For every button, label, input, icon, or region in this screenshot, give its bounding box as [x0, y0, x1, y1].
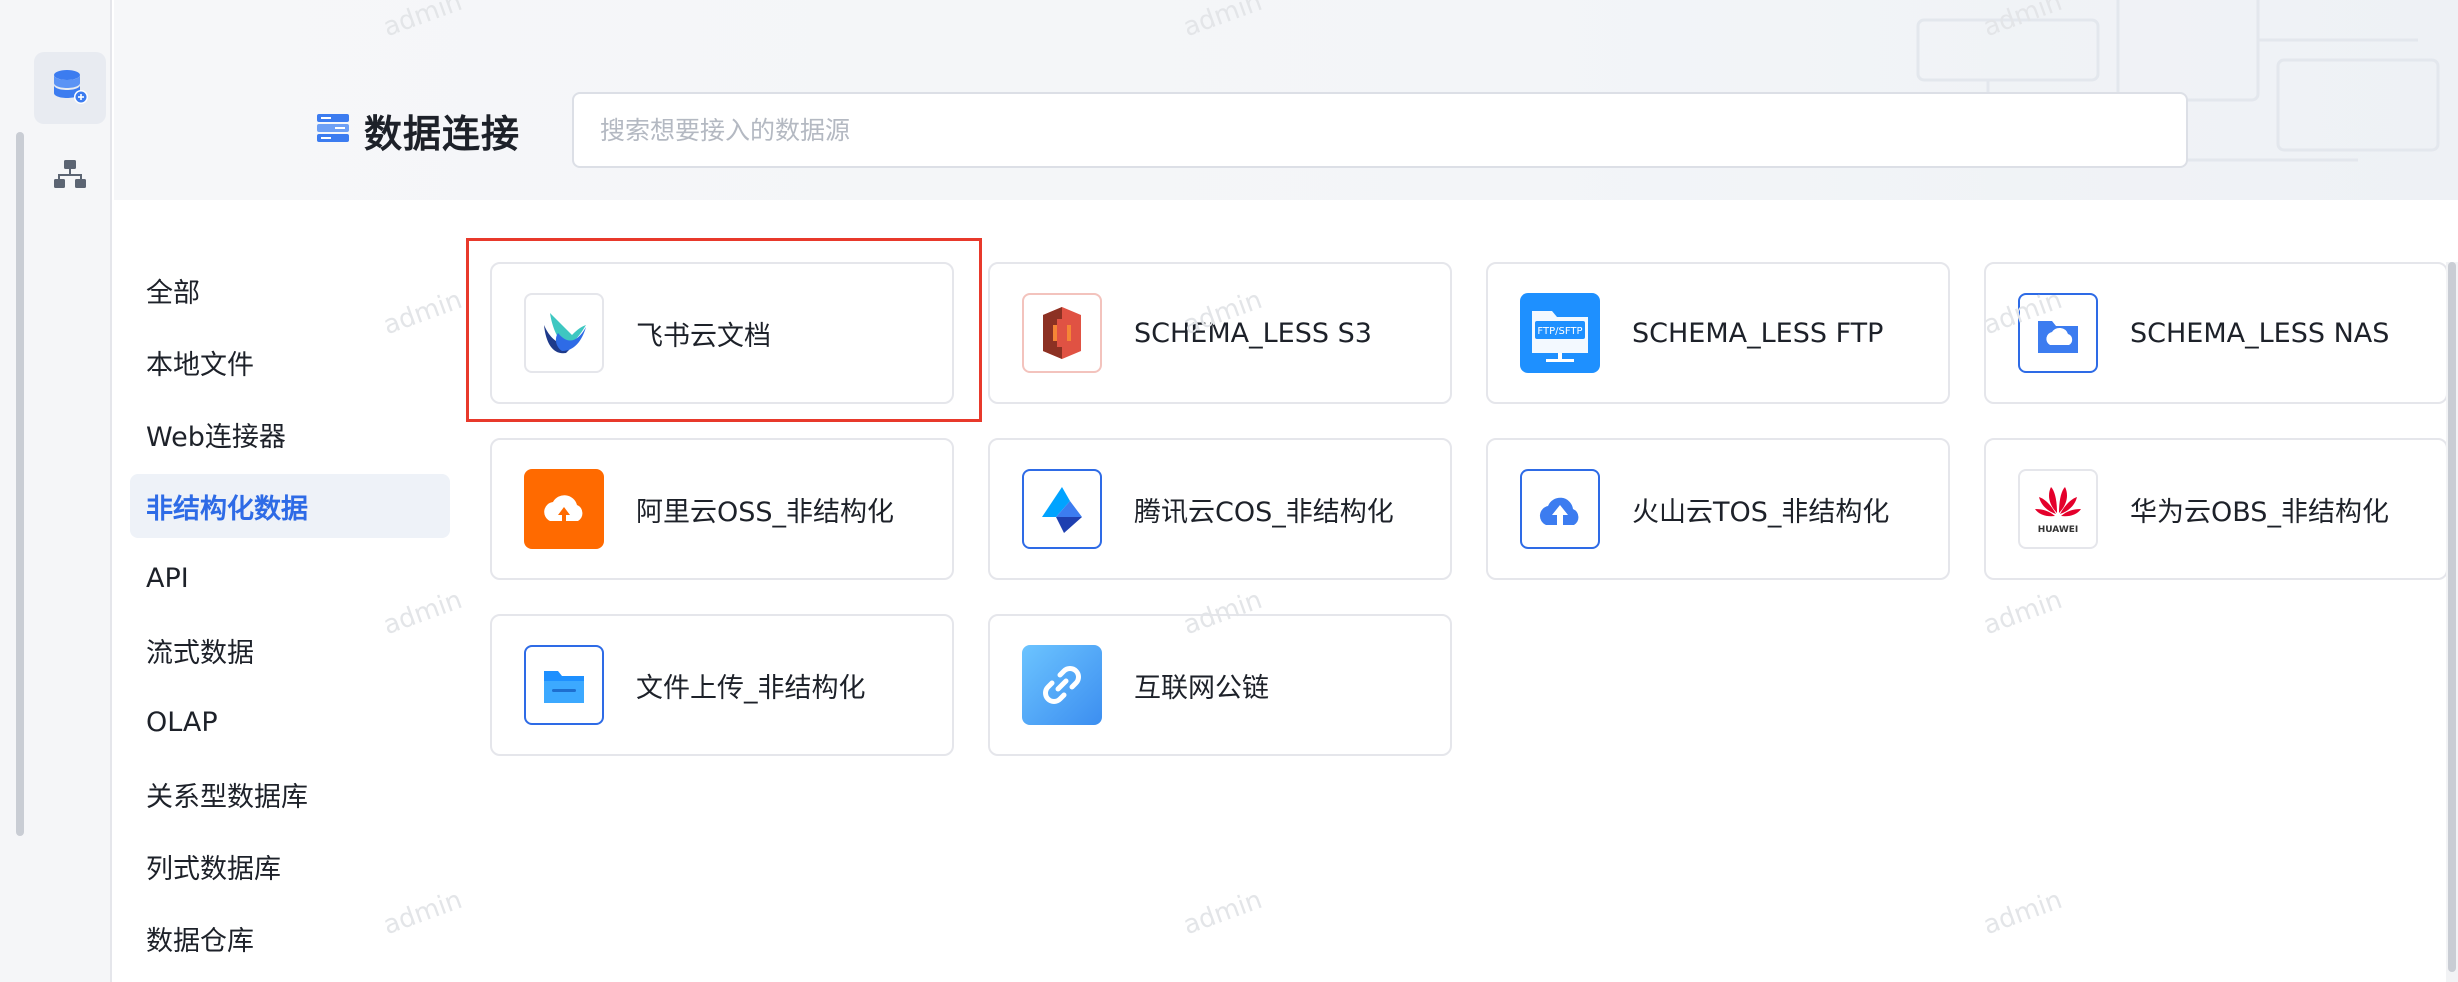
search-input[interactable] [572, 92, 2188, 168]
category-item-relational-db[interactable]: 关系型数据库 [130, 762, 450, 826]
file-upload-folder-icon [524, 645, 604, 725]
sitemap-icon [53, 157, 87, 195]
connector-card-feishu[interactable]: 飞书云文档 [490, 262, 954, 404]
connector-card-huawei-obs[interactable]: HUAWEI 华为云OBS_非结构化 [1984, 438, 2448, 580]
connector-card-file-upload[interactable]: 文件上传_非结构化 [490, 614, 954, 756]
card-label: SCHEMA_LESS S3 [1134, 317, 1372, 349]
category-item-local-file[interactable]: 本地文件 [130, 330, 450, 394]
watermark: admin [1979, 884, 2067, 942]
watermark: admin [1979, 584, 2067, 642]
content-scrollbar-thumb[interactable] [2448, 262, 2456, 972]
card-label: SCHEMA_LESS NAS [2130, 317, 2390, 349]
connector-card-tencent-cos[interactable]: 腾讯云COS_非结构化 [988, 438, 1452, 580]
card-label: 文件上传_非结构化 [636, 672, 866, 704]
rail-scrollbar[interactable] [16, 132, 24, 836]
connector-card-s3[interactable]: SCHEMA_LESS S3 [988, 262, 1452, 404]
ftp-folder-icon: FTP/SFTP [1520, 293, 1600, 373]
left-rail [0, 0, 112, 982]
volcano-tos-icon [1520, 469, 1600, 549]
category-item-unstructured[interactable]: 非结构化数据 [130, 474, 450, 538]
aws-s3-icon [1022, 293, 1102, 373]
database-connection-nav-button[interactable] [34, 52, 106, 124]
card-label: 互联网公链 [1134, 672, 1269, 704]
card-label: 华为云OBS_非结构化 [2130, 496, 2389, 528]
watermark: admin [1179, 884, 1267, 942]
huawei-obs-icon: HUAWEI [2018, 469, 2098, 549]
page-title: 数据连接 [364, 111, 521, 156]
connector-card-ftp[interactable]: FTP/SFTP SCHEMA_LESS FTP [1486, 262, 1950, 404]
category-item-api[interactable]: API [130, 546, 450, 610]
feishu-icon [524, 293, 604, 373]
category-item-web-connector[interactable]: Web连接器 [130, 402, 450, 466]
huawei-icon-text: HUAWEI [2037, 525, 2079, 535]
tencent-cos-icon [1022, 469, 1102, 549]
card-label: 火山云TOS_非结构化 [1632, 496, 1890, 528]
aliyun-oss-icon [524, 469, 604, 549]
ftp-icon-text: FTP/SFTP [1537, 326, 1582, 337]
topology-nav-button[interactable] [34, 140, 106, 212]
data-connection-icon [316, 111, 350, 149]
connector-card-nas[interactable]: SCHEMA_LESS NAS [1984, 262, 2448, 404]
connector-card-aliyun-oss[interactable]: 阿里云OSS_非结构化 [490, 438, 954, 580]
category-item-olap[interactable]: OLAP [130, 690, 450, 754]
card-label: SCHEMA_LESS FTP [1632, 317, 1884, 349]
database-add-icon [50, 66, 90, 110]
link-icon [1022, 645, 1102, 725]
category-item-columnar-db[interactable]: 列式数据库 [130, 834, 450, 898]
card-label: 阿里云OSS_非结构化 [636, 496, 895, 528]
connector-card-blockchain[interactable]: 互联网公链 [988, 614, 1452, 756]
connector-card-volcano-tos[interactable]: 火山云TOS_非结构化 [1486, 438, 1950, 580]
card-label: 腾讯云COS_非结构化 [1134, 496, 1394, 528]
page-title-area: 数据连接 [316, 98, 520, 162]
card-label: 飞书云文档 [636, 320, 771, 352]
